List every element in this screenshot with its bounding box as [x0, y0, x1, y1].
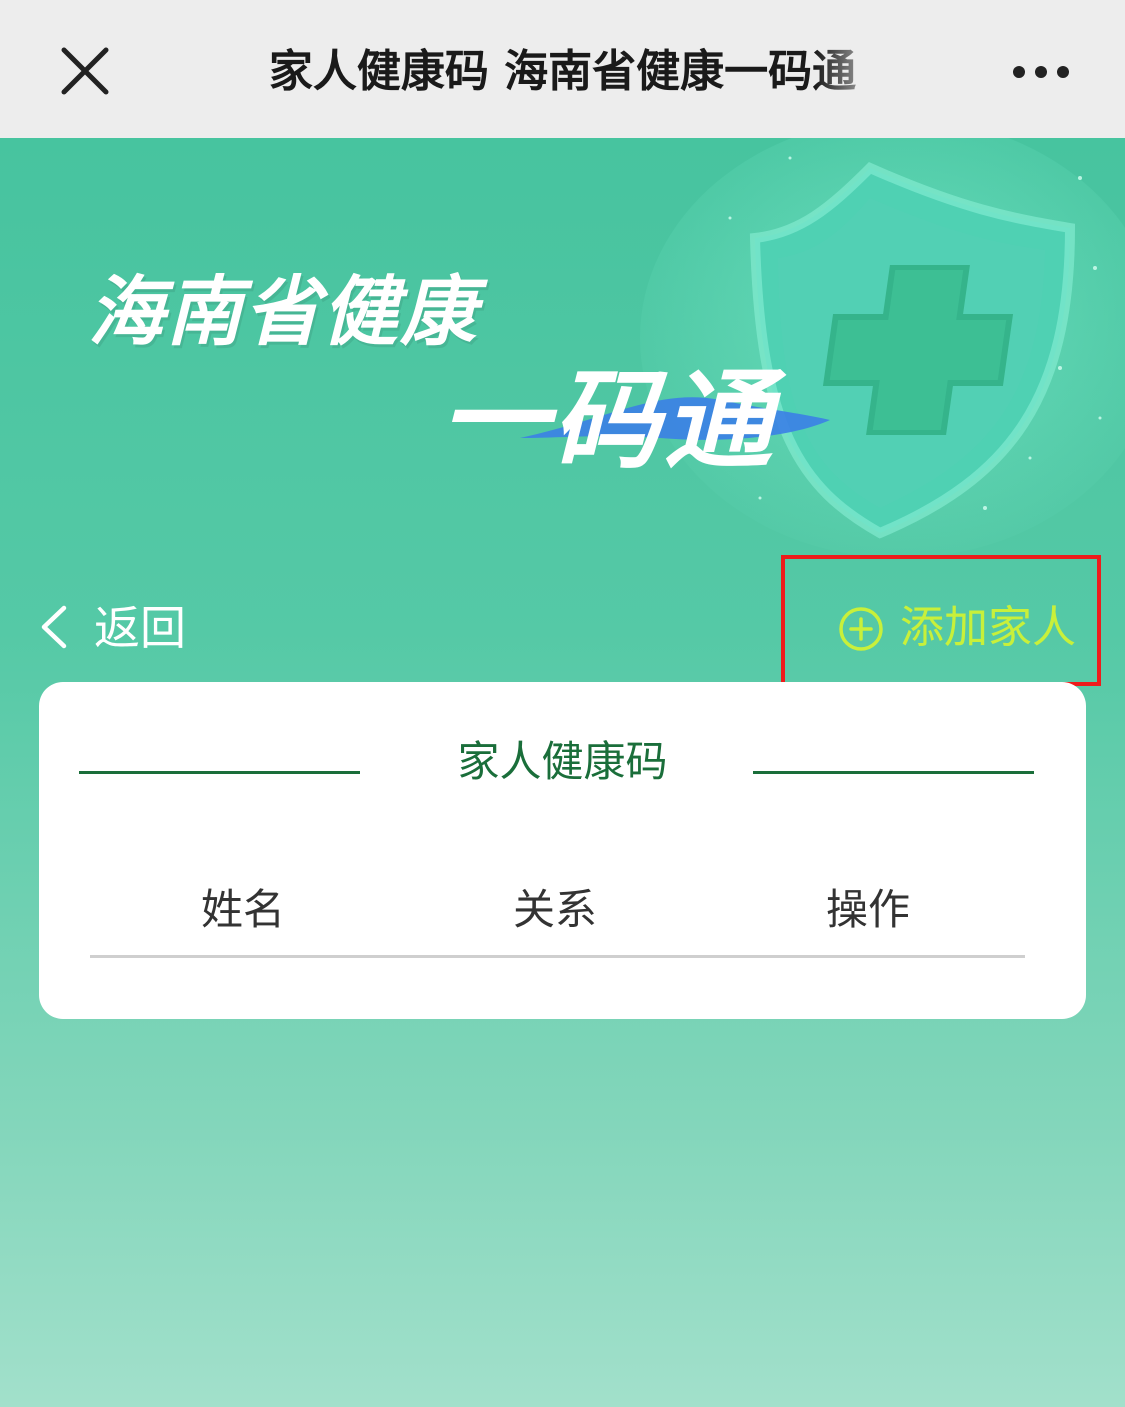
banner: 海南省健康 一码通 [0, 138, 1125, 558]
chevron-left-icon [41, 605, 67, 649]
banner-subtitle: 一码通 [440, 359, 777, 484]
banner-title: 海南省健康 [88, 267, 478, 356]
table-header-divider [90, 955, 1025, 958]
family-health-code-card: 家人健康码 姓名 关系 操作 [39, 682, 1086, 1019]
card-title: 家人健康码 [457, 737, 668, 786]
more-icon[interactable] [1010, 58, 1072, 86]
nav-title-text: 家人健康码 海南省健康一码通 [268, 46, 857, 97]
nav-title: 家人健康码 海南省健康一码通 [230, 40, 895, 104]
column-header-relation: 关系 [512, 885, 597, 934]
back-label: 返回 [94, 601, 186, 655]
close-icon[interactable] [58, 44, 112, 98]
add-family-label: 添加家人 [900, 602, 1076, 653]
title-divider-right [753, 771, 1034, 774]
nav-title-fade [815, 40, 895, 104]
column-header-action: 操作 [825, 885, 910, 934]
nav-bar: 家人健康码 海南省健康一码通 [0, 0, 1125, 138]
plus-circle-icon [839, 607, 883, 651]
column-header-name: 姓名 [200, 885, 285, 934]
